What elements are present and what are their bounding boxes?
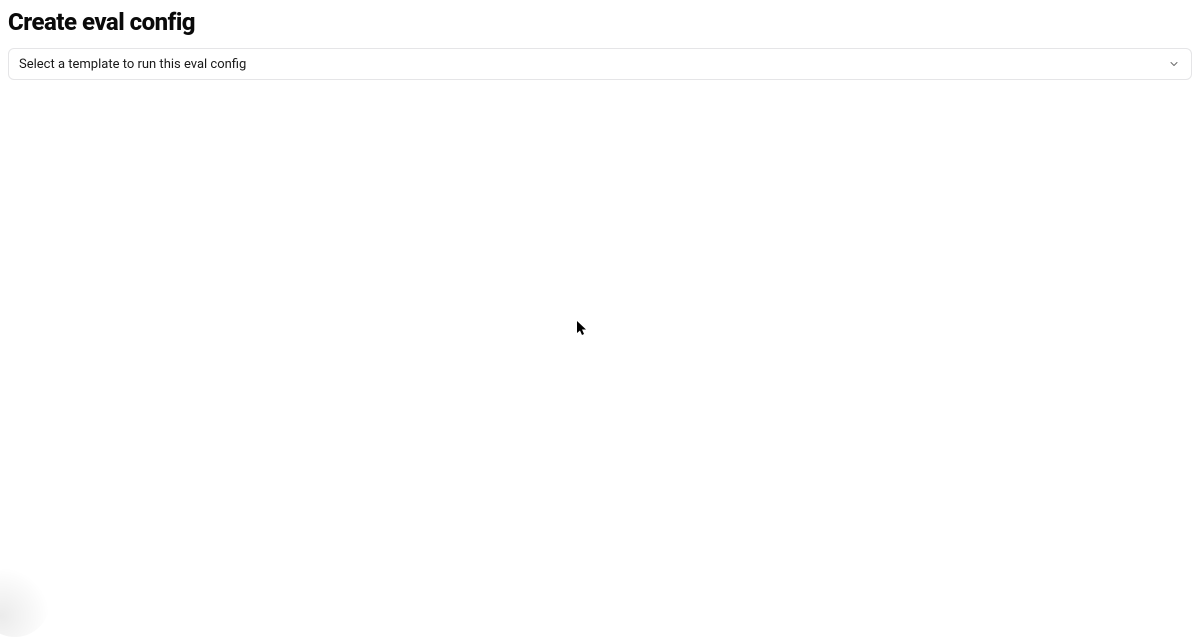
mouse-cursor-icon <box>577 321 589 337</box>
chevron-down-icon <box>1167 57 1181 71</box>
main-container: Create eval config Select a template to … <box>0 0 1200 80</box>
corner-shadow-decoration <box>0 567 50 637</box>
page-title: Create eval config <box>8 8 1192 36</box>
template-select-dropdown[interactable]: Select a template to run this eval confi… <box>8 48 1192 80</box>
template-select-placeholder: Select a template to run this eval confi… <box>19 57 246 72</box>
